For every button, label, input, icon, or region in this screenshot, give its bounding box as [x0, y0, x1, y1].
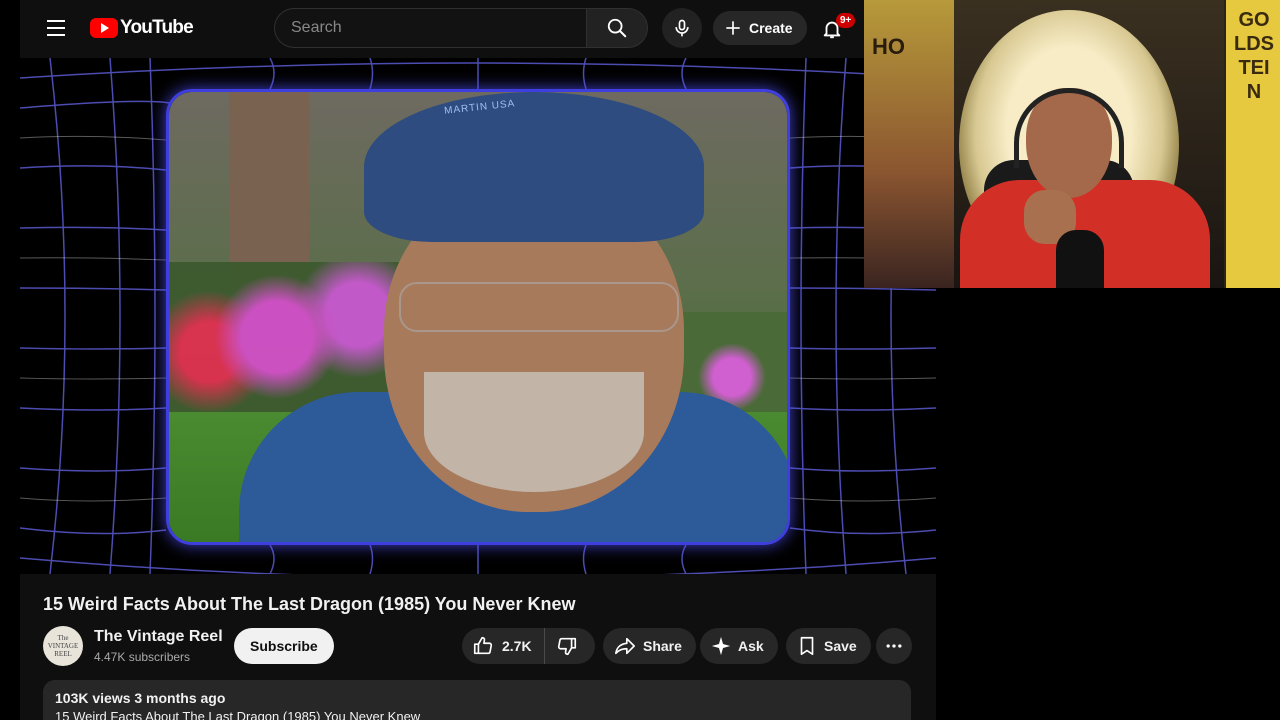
microphone-icon [675, 19, 689, 37]
create-label: Create [749, 20, 793, 36]
subscribe-button[interactable]: Subscribe [234, 628, 334, 664]
plus-icon [726, 21, 740, 35]
like-count: 2.7K [502, 638, 532, 654]
webcam-overlay: HO GOLDSTEIN [864, 0, 1280, 288]
hamburger-icon[interactable] [44, 16, 68, 40]
share-arrow-icon [615, 637, 635, 655]
video-title: 15 Weird Facts About The Last Dragon (19… [43, 594, 576, 614]
youtube-play-icon [90, 18, 118, 38]
video-player[interactable]: MARTIN USA [20, 58, 936, 574]
share-label: Share [643, 638, 682, 654]
ask-button[interactable]: Ask [700, 628, 778, 664]
description-first-line: 15 Weird Facts About The Last Dragon (19… [55, 709, 421, 720]
logo-text: YouTube [120, 17, 194, 38]
search-bar [274, 8, 648, 48]
dislike-button[interactable] [545, 628, 589, 664]
channel-name[interactable]: The Vintage Reel [94, 628, 223, 646]
person-glasses [399, 282, 679, 332]
flag-text: GOLDSTEIN [1234, 9, 1274, 103]
youtube-window: YouTube Create 9+ [20, 0, 936, 720]
search-input[interactable] [274, 8, 586, 48]
thumbs-up-icon [473, 636, 493, 655]
like-dislike-group: 2.7K [462, 628, 595, 664]
person-beard [424, 372, 644, 492]
more-horizontal-icon [886, 644, 902, 648]
video-frame: MARTIN USA [166, 89, 790, 545]
avatar-text: The VINTAGE REEL [47, 634, 79, 658]
search-button[interactable] [586, 8, 648, 48]
sparkle-icon [711, 636, 731, 656]
youtube-logo[interactable]: YouTube [90, 17, 194, 39]
video-scene: MARTIN USA [169, 92, 787, 542]
streamer-microphone [1056, 230, 1104, 288]
empty-right-area [936, 288, 1280, 720]
webcam-flag: GOLDSTEIN [1226, 0, 1280, 288]
channel-avatar[interactable]: The VINTAGE REEL [43, 626, 83, 666]
person-cap: MARTIN USA [364, 92, 704, 242]
masthead: YouTube Create 9+ [20, 0, 936, 56]
description-box[interactable]: 103K views 3 months ago 15 Weird Facts A… [43, 680, 911, 720]
cap-logo-text: MARTIN USA [443, 98, 516, 117]
notification-badge: 9+ [836, 13, 856, 28]
save-button[interactable]: Save [786, 628, 871, 664]
more-actions-button[interactable] [876, 628, 912, 664]
share-button[interactable]: Share [603, 628, 696, 664]
search-icon [607, 18, 627, 38]
left-banner-letters: HO [872, 34, 905, 59]
bookmark-icon [800, 636, 814, 656]
thumbs-down-icon [557, 637, 576, 656]
ask-label: Ask [738, 638, 764, 654]
subscriber-count: 4.47K subscribers [94, 650, 191, 664]
webcam-left-banner: HO [864, 0, 954, 288]
voice-search-button[interactable] [662, 8, 702, 48]
like-button[interactable]: 2.7K [462, 628, 545, 664]
create-button[interactable]: Create [713, 11, 807, 45]
view-count-and-date: 103K views 3 months ago [55, 690, 226, 706]
save-label: Save [824, 638, 857, 654]
